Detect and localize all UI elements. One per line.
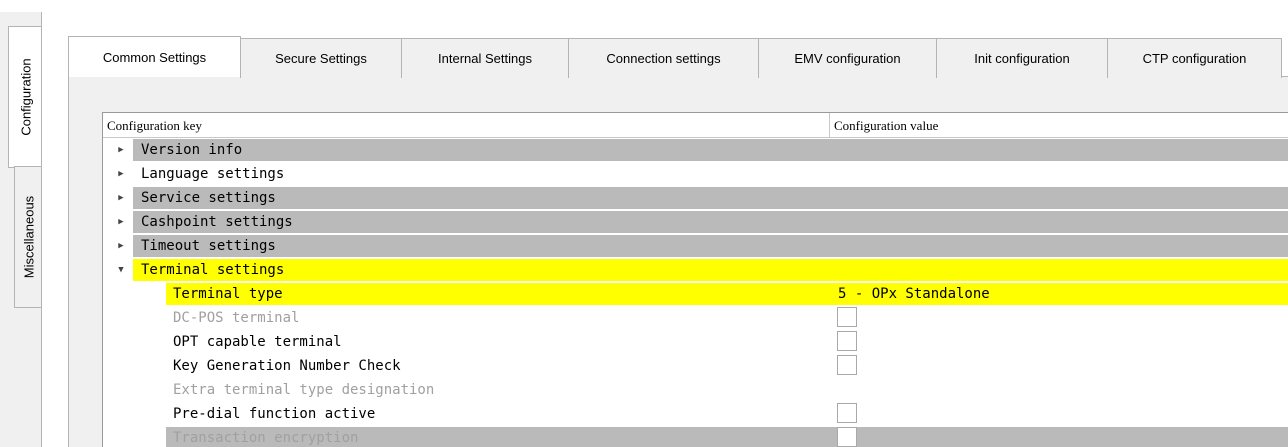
- tree-row-version-info[interactable]: ▶ Version info: [103, 138, 1288, 162]
- tab-ctp-configuration[interactable]: CTP configuration: [1107, 38, 1282, 78]
- transaction-encryption-checkbox[interactable]: [837, 427, 857, 447]
- tab-label: Internal Settings: [438, 51, 532, 66]
- tree-row-key-generation-number-check[interactable]: Key Generation Number Check: [103, 354, 1288, 378]
- side-tab-label: Configuration: [18, 58, 33, 136]
- row-key: Terminal type: [173, 286, 283, 302]
- title-strip: [0, 0, 1288, 12]
- tree-header: Configuration key Configuration value: [103, 113, 1288, 138]
- row-key: Key Generation Number Check: [173, 358, 401, 374]
- pre-dial-function-active-checkbox[interactable]: [837, 403, 857, 423]
- tree-row-cashpoint-settings[interactable]: ▶ Cashpoint settings: [103, 210, 1288, 234]
- opt-capable-terminal-checkbox[interactable]: [837, 331, 857, 351]
- expand-arrow-icon[interactable]: ▶: [115, 162, 127, 186]
- tree-row-service-settings[interactable]: ▶ Service settings: [103, 186, 1288, 210]
- row-key: Service settings: [141, 190, 276, 206]
- collapse-arrow-icon[interactable]: ▼: [115, 258, 127, 282]
- expand-arrow-icon[interactable]: ▶: [115, 210, 127, 234]
- expand-arrow-icon[interactable]: ▶: [115, 138, 127, 162]
- row-key: DC-POS terminal: [173, 310, 300, 326]
- row-key: Timeout settings: [141, 238, 276, 254]
- tree-row-pre-dial-function-active[interactable]: Pre-dial function active: [103, 402, 1288, 426]
- dc-pos-terminal-checkbox[interactable]: [837, 307, 857, 327]
- row-key: Transaction encryption: [173, 430, 359, 446]
- row-key: OPT capable terminal: [173, 334, 342, 350]
- side-tab-miscellaneous[interactable]: Miscellaneous: [14, 166, 42, 308]
- tab-label: EMV configuration: [794, 51, 901, 66]
- tab-label: Connection settings: [606, 51, 721, 66]
- key-generation-number-check-checkbox[interactable]: [837, 355, 857, 375]
- expand-arrow-icon[interactable]: ▶: [115, 186, 127, 210]
- expand-arrow-icon[interactable]: ▶: [115, 234, 127, 258]
- row-key: Extra terminal type designation: [173, 382, 435, 398]
- side-tab-label: Miscellaneous: [21, 195, 36, 279]
- row-key: Pre-dial function active: [173, 406, 376, 422]
- column-header-value[interactable]: Configuration value: [830, 113, 1288, 137]
- tree-row-extra-terminal-type-designation[interactable]: Extra terminal type designation: [103, 378, 1288, 402]
- row-key: Version info: [141, 142, 243, 158]
- tree-row-language-settings[interactable]: ▶ Language settings: [103, 162, 1288, 186]
- row-value[interactable]: 5 - OPx Standalone: [838, 282, 990, 306]
- tab-common-settings[interactable]: Common Settings: [68, 36, 241, 77]
- tab-secure-settings[interactable]: Secure Settings: [240, 38, 402, 78]
- row-key: Language settings: [141, 166, 285, 182]
- column-header-key[interactable]: Configuration key: [103, 113, 830, 137]
- row-key: Terminal settings: [141, 262, 285, 278]
- tree-row-transaction-encryption[interactable]: Transaction encryption: [103, 426, 1288, 447]
- tree-row-terminal-settings[interactable]: ▼ Terminal settings: [103, 258, 1288, 282]
- tab-label: Common Settings: [102, 49, 207, 65]
- tree-row-terminal-type[interactable]: Terminal type 5 - OPx Standalone: [103, 282, 1288, 306]
- tab-label: Init configuration: [974, 51, 1070, 66]
- configuration-tree[interactable]: Configuration key Configuration value ▶ …: [102, 112, 1288, 447]
- tree-row-opt-capable-terminal[interactable]: OPT capable terminal: [103, 330, 1288, 354]
- tab-label: CTP configuration: [1142, 51, 1247, 66]
- tab-connection-settings[interactable]: Connection settings: [568, 38, 759, 78]
- tab-internal-settings[interactable]: Internal Settings: [401, 38, 569, 78]
- tab-emv-configuration[interactable]: EMV configuration: [758, 38, 937, 78]
- tree-row-dc-pos-terminal[interactable]: DC-POS terminal: [103, 306, 1288, 330]
- side-tab-configuration[interactable]: Configuration: [8, 26, 42, 168]
- row-key: Cashpoint settings: [141, 214, 293, 230]
- tree-row-timeout-settings[interactable]: ▶ Timeout settings: [103, 234, 1288, 258]
- tab-init-configuration[interactable]: Init configuration: [936, 38, 1108, 78]
- tab-label: Secure Settings: [275, 51, 367, 66]
